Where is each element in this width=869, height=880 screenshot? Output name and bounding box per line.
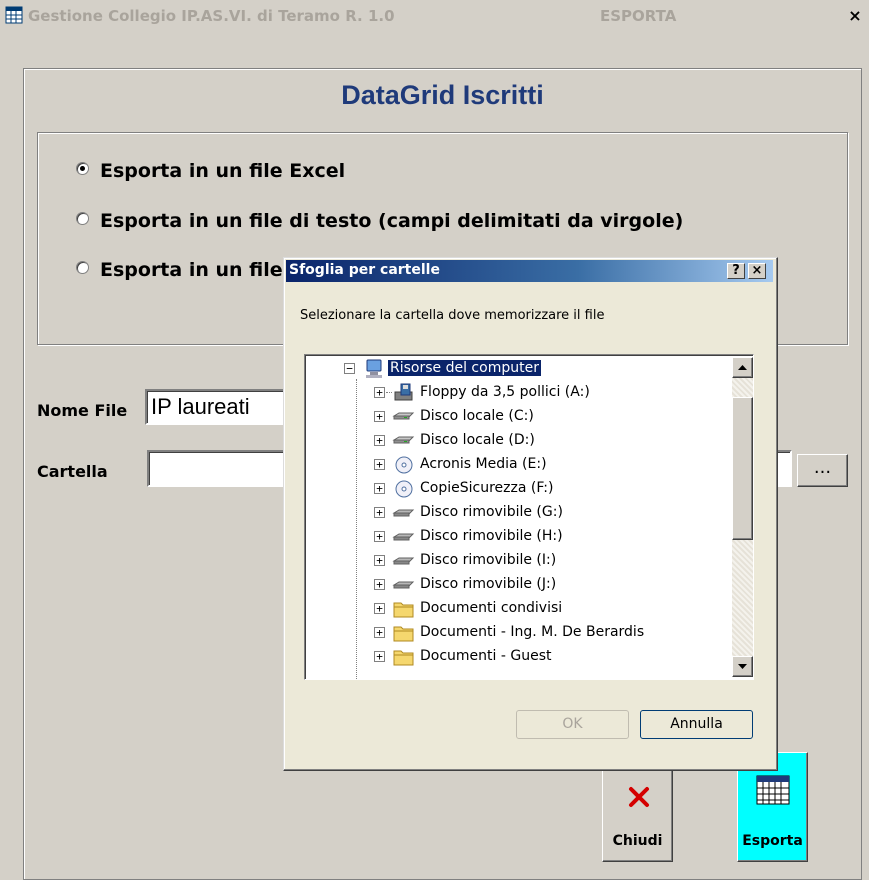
removable-drive-icon — [392, 533, 415, 541]
expand-icon[interactable]: + — [374, 579, 385, 590]
tree-item-label: Disco rimovibile (H:) — [420, 528, 563, 544]
tree-item-label: Disco rimovibile (G:) — [420, 504, 563, 520]
window-title-bar: Gestione Collegio IP.AS.VI. di Teramo R.… — [0, 0, 869, 30]
close-x-icon — [629, 787, 649, 807]
dialog-close-button[interactable]: × — [748, 263, 766, 279]
page-title: DataGrid Iscritti — [341, 80, 544, 110]
floppy-icon — [394, 383, 413, 401]
browse-button[interactable]: ... — [797, 454, 848, 487]
expand-icon[interactable]: + — [374, 459, 385, 470]
tree-item-g[interactable]: + Disco rimovibile (G:) — [374, 502, 714, 524]
scroll-thumb[interactable] — [732, 397, 753, 540]
folder-icon — [393, 602, 414, 618]
my-computer-icon — [366, 359, 382, 378]
removable-drive-icon — [392, 509, 415, 517]
expand-icon[interactable]: + — [374, 411, 385, 422]
expand-icon[interactable]: + — [374, 651, 385, 662]
option-other-label: Esporta in un file — [100, 259, 283, 281]
hard-drive-icon — [392, 436, 415, 444]
nome-file-input[interactable]: IP laureati — [145, 389, 295, 425]
tree-item-label: Floppy da 3,5 pollici (A:) — [420, 384, 590, 400]
scroll-down-button[interactable] — [732, 656, 753, 677]
removable-drive-icon — [392, 581, 415, 589]
nome-file-label: Nome File — [37, 401, 128, 420]
tree-item-label: Documenti condivisi — [420, 600, 563, 616]
tree-item-docs-guest[interactable]: + Documenti - Guest — [374, 646, 714, 668]
cd-drive-icon — [395, 456, 413, 474]
window-close-button[interactable]: × — [846, 8, 864, 25]
option-text[interactable]: Esporta in un file di testo (campi delim… — [76, 210, 683, 238]
expand-icon[interactable]: + — [374, 531, 385, 542]
removable-drive-icon — [392, 557, 415, 565]
tree-scrollbar[interactable] — [732, 357, 753, 677]
tree-item-label: Acronis Media (E:) — [420, 456, 547, 472]
tree-item-f[interactable]: + CopieSicurezza (F:) — [374, 478, 714, 500]
arrow-up-icon — [738, 365, 747, 370]
arrow-down-icon — [738, 664, 747, 669]
expand-icon[interactable]: + — [374, 555, 385, 566]
tree-item-a[interactable]: + Floppy da 3,5 pollici (A:) — [374, 382, 714, 404]
esporta-label: Esporta — [742, 833, 803, 849]
chiudi-label: Chiudi — [612, 833, 663, 849]
dialog-instruction: Selezionare la cartella dove memorizzare… — [300, 308, 605, 323]
tree-item-label: CopieSicurezza (F:) — [420, 480, 554, 496]
expand-icon[interactable]: + — [374, 387, 385, 398]
dialog-help-button[interactable]: ? — [727, 263, 745, 279]
dialog-ok-button[interactable]: OK — [516, 710, 629, 739]
radio-other[interactable] — [76, 261, 89, 274]
tree-item-label: Disco locale (D:) — [420, 432, 535, 448]
option-text-label: Esporta in un file di testo (campi delim… — [100, 210, 684, 232]
folder-icon — [393, 650, 414, 666]
hard-drive-icon — [392, 412, 415, 420]
dialog-title-bar: Sfoglia per cartelle ? × — [286, 260, 773, 282]
tree-item-label: Documenti - Guest — [420, 648, 552, 664]
tree-item-docs-deberardis[interactable]: + Documenti - Ing. M. De Berardis — [374, 622, 714, 644]
tree-item-d[interactable]: + Disco locale (D:) — [374, 430, 714, 452]
option-other[interactable]: Esporta in un file — [76, 259, 283, 287]
expand-icon[interactable]: + — [374, 483, 385, 494]
expand-icon[interactable]: + — [374, 627, 385, 638]
dialog-title: Sfoglia per cartelle — [289, 262, 440, 278]
tree-item-label: Disco locale (C:) — [420, 408, 534, 424]
cd-drive-icon — [395, 480, 413, 498]
tree-item-shared-docs[interactable]: + Documenti condivisi — [374, 598, 714, 620]
radio-text[interactable] — [76, 212, 89, 225]
tree-item-label: Risorse del computer — [388, 360, 541, 376]
window-subtitle: ESPORTA — [600, 7, 677, 25]
cartella-label: Cartella — [37, 462, 108, 481]
tree-item-j[interactable]: + Disco rimovibile (J:) — [374, 574, 714, 596]
tree-item-h[interactable]: + Disco rimovibile (H:) — [374, 526, 714, 548]
option-excel[interactable]: Esporta in un file Excel — [76, 160, 345, 188]
tree-item-e[interactable]: + Acronis Media (E:) — [374, 454, 714, 476]
tree-item-root[interactable]: − Risorse del computer — [344, 358, 604, 380]
window-title: Gestione Collegio IP.AS.VI. di Teramo R.… — [28, 7, 395, 25]
folder-tree[interactable]: − Risorse del computer + Floppy da 3,5 p… — [304, 354, 754, 680]
tree-item-label: Documenti - Ing. M. De Berardis — [420, 624, 645, 640]
expand-icon[interactable]: + — [374, 507, 385, 518]
tree-item-label: Disco rimovibile (I:) — [420, 552, 557, 568]
tree-item-i[interactable]: + Disco rimovibile (I:) — [374, 550, 714, 572]
tree-item-label: Disco rimovibile (J:) — [420, 576, 557, 592]
expand-icon[interactable]: + — [374, 435, 385, 446]
scroll-up-button[interactable] — [732, 357, 753, 378]
collapse-icon[interactable]: − — [344, 363, 355, 374]
tree-item-c[interactable]: + Disco locale (C:) — [374, 406, 714, 428]
calendar-grid-icon — [756, 775, 790, 805]
app-grid-icon — [5, 6, 23, 24]
radio-excel[interactable] — [76, 162, 89, 175]
dialog-cancel-button[interactable]: Annulla — [640, 710, 753, 739]
folder-icon — [393, 626, 414, 642]
option-excel-label: Esporta in un file Excel — [100, 160, 346, 182]
expand-icon[interactable]: + — [374, 603, 385, 614]
